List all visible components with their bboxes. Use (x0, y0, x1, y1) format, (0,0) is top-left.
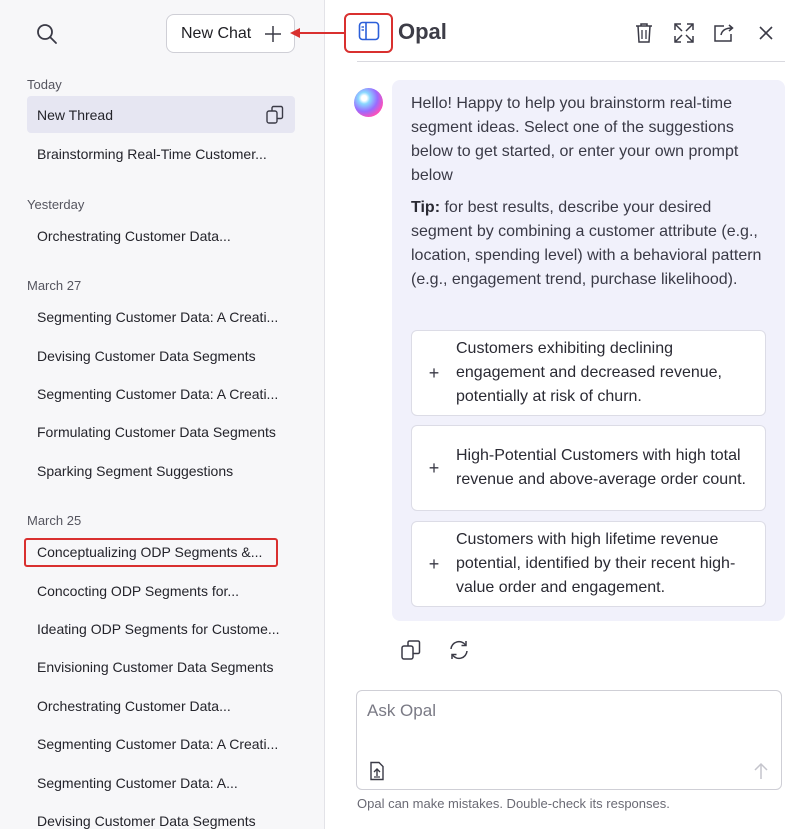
thread-item[interactable]: Segmenting Customer Data: A Creati... (27, 375, 295, 412)
share-icon[interactable] (712, 21, 736, 45)
thread-title: Sparking Segment Suggestions (37, 462, 234, 479)
thread-title: Formulating Customer Data Segments (37, 423, 276, 440)
app-title: Opal (398, 19, 447, 44)
section-label-march25: March 25 (27, 513, 82, 528)
thread-item[interactable]: Formulating Customer Data Segments (27, 413, 295, 450)
thread-title: Segmenting Customer Data: A Creati... (37, 308, 279, 325)
plus-icon (264, 25, 282, 43)
send-arrow-icon[interactable] (751, 761, 771, 781)
thread-title: Concocting ODP Segments for... (37, 582, 240, 599)
header-divider (357, 61, 785, 62)
sidebar-toggle-icon (358, 21, 380, 46)
thread-item[interactable]: Ideating ODP Segments for Custome... (27, 610, 295, 647)
suggestion-text: High-Potential Customers with high total… (456, 447, 746, 488)
composer (356, 690, 782, 790)
trash-icon[interactable] (632, 21, 656, 45)
thread-item[interactable]: Brainstorming Real-Time Customer... (27, 135, 295, 172)
thread-item[interactable]: Orchestrating Customer Data... (27, 217, 295, 254)
suggestion-text: Customers exhibiting declining engagemen… (456, 340, 722, 405)
copy-icon[interactable] (399, 638, 423, 662)
thread-title: Ideating ODP Segments for Custome... (37, 620, 280, 637)
annotation-arrow-icon (290, 28, 346, 38)
thread-title: Conceptualizing ODP Segments &... (37, 543, 263, 560)
sidebar: New Chat Today New Thread Brainstorming … (0, 0, 325, 829)
thread-title: Orchestrating Customer Data... (37, 227, 231, 244)
new-chat-label: New Chat (181, 24, 252, 42)
thread-item[interactable]: Devising Customer Data Segments (27, 337, 295, 374)
thread-title: Segmenting Customer Data: A... (37, 774, 238, 791)
thread-item[interactable]: Segmenting Customer Data: A... (27, 764, 295, 801)
tip-label: Tip: (411, 199, 441, 216)
thread-title: Segmenting Customer Data: A Creati... (37, 735, 279, 752)
regenerate-icon[interactable] (447, 638, 471, 662)
section-label-march27: March 27 (27, 278, 82, 293)
close-icon[interactable] (754, 21, 778, 45)
thread-item[interactable]: Segmenting Customer Data: A Creati... (27, 725, 295, 762)
thread-item[interactable]: Orchestrating Customer Data... (27, 687, 295, 724)
thread-title: Orchestrating Customer Data... (37, 697, 231, 714)
thread-item[interactable]: Concocting ODP Segments for... (27, 572, 295, 609)
assistant-message: Hello! Happy to help you brainstorm real… (392, 80, 785, 621)
plus-icon: + (428, 553, 440, 574)
section-label-today: Today (27, 77, 62, 92)
thread-item[interactable]: Sparking Segment Suggestions (27, 452, 295, 489)
search-icon[interactable] (35, 22, 59, 46)
thread-item-active[interactable]: New Thread (27, 96, 295, 133)
thread-title: Devising Customer Data Segments (37, 812, 256, 829)
expand-icon[interactable] (672, 21, 696, 45)
assistant-avatar (354, 88, 383, 117)
plus-icon: + (428, 362, 440, 383)
suggestion-button[interactable]: + High-Potential Customers with high tot… (411, 425, 766, 511)
message-intro: Hello! Happy to help you brainstorm real… (411, 95, 739, 184)
new-chat-button[interactable]: New Chat (166, 14, 295, 53)
thread-item[interactable]: Segmenting Customer Data: A Creati... (27, 298, 295, 335)
tip-text: for best results, describe your desired … (411, 199, 762, 288)
sidebar-toggle-button[interactable] (344, 13, 393, 53)
section-label-yesterday: Yesterday (27, 197, 85, 212)
message-tip: Tip: for best results, describe your des… (411, 196, 766, 292)
thread-item-highlighted[interactable]: Conceptualizing ODP Segments &... (27, 533, 295, 570)
attach-file-icon[interactable] (367, 761, 387, 781)
thread-title: Segmenting Customer Data: A Creati... (37, 385, 279, 402)
plus-icon: + (428, 457, 440, 478)
thread-item[interactable]: Devising Customer Data Segments (27, 802, 295, 829)
thread-item[interactable]: Envisioning Customer Data Segments (27, 648, 295, 685)
suggestion-button[interactable]: + Customers with high lifetime revenue p… (411, 521, 766, 607)
thread-title: Envisioning Customer Data Segments (37, 658, 274, 675)
thread-title: New Thread (37, 106, 114, 123)
copy-icon[interactable] (265, 105, 285, 125)
thread-title: Brainstorming Real-Time Customer... (37, 145, 267, 162)
disclaimer-text: Opal can make mistakes. Double-check its… (357, 796, 670, 811)
ask-input[interactable] (367, 701, 767, 721)
suggestion-button[interactable]: + Customers exhibiting declining engagem… (411, 330, 766, 416)
thread-title: Devising Customer Data Segments (37, 347, 256, 364)
suggestion-text: Customers with high lifetime revenue pot… (456, 531, 736, 596)
